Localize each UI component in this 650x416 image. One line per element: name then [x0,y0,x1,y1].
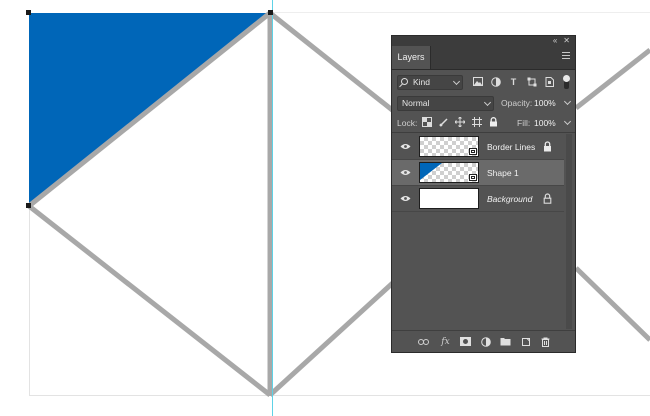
opacity-input[interactable]: 100% [534,98,556,108]
panel-menu-icon[interactable] [562,52,570,60]
type-filter-icon[interactable]: T [508,76,519,87]
layer-row-background[interactable]: Background [392,186,564,212]
eye-icon[interactable] [400,143,411,150]
eye-icon[interactable] [400,195,411,202]
lock-icon [544,141,551,152]
anchor-point-top-right[interactable] [268,10,273,15]
layer-list-scrollbar[interactable] [566,134,572,329]
anchor-point-top-left[interactable] [26,10,31,15]
layer-list: Border Lines Shape 1 Background [392,134,564,329]
lock-artboard-icon[interactable] [472,117,483,128]
blend-mode-select[interactable]: Normal [397,96,494,111]
smart-object-badge-icon [469,174,477,181]
lock-image-pixels-icon[interactable] [439,117,450,128]
layer-name: Background [487,194,533,204]
close-icon[interactable]: ✕ [563,36,570,46]
lock-row: Lock: Fill: 100% [392,114,575,133]
layers-panel: « ✕ Layers Kind T Normal Opacity: 100% L… [391,35,576,353]
smart-object-filter-icon[interactable] [544,76,555,87]
opacity-label: Opacity: [501,98,533,108]
filter-kind-select[interactable]: Kind [397,75,463,90]
fill-label: Fill: [517,118,531,128]
pixel-filter-icon[interactable] [472,76,483,87]
adjustment-icon[interactable] [480,336,491,347]
opacity-chevron-icon[interactable] [563,97,572,106]
fill-chevron-icon[interactable] [563,117,572,126]
shape-filter-icon[interactable] [526,76,537,87]
link-icon[interactable] [418,336,429,347]
folder-icon[interactable] [500,336,511,347]
panel-tab-bar: Layers [392,46,575,70]
layer-thumbnail [419,188,479,209]
tab-layers[interactable]: Layers [392,46,431,69]
blend-row: Normal Opacity: 100% [392,94,575,114]
lock-position-icon[interactable] [454,116,466,128]
mask-icon[interactable] [460,336,471,347]
fx-icon[interactable]: fx [440,336,451,347]
panel-top-bar: « ✕ [392,36,575,46]
layer-row-border-lines[interactable]: Border Lines [392,134,564,160]
lock-transparent-pixels-icon[interactable] [422,117,433,128]
filter-kind-label: Kind [413,77,431,87]
search-icon [401,78,408,85]
adjustment-filter-icon[interactable] [490,76,501,87]
blend-mode-value: Normal [402,98,430,108]
layer-thumbnail [419,136,479,157]
trash-icon[interactable] [540,336,551,347]
smart-object-badge-icon [469,148,477,155]
chevron-down-icon [483,98,492,107]
layer-thumbnail [419,162,479,183]
layer-row-shape-1[interactable]: Shape 1 [392,160,564,186]
lock-all-icon[interactable] [489,117,500,128]
layer-name: Shape 1 [487,168,519,178]
lock-label: Lock: [397,118,418,128]
filter-toggle[interactable] [563,75,570,89]
filter-row: Kind T [392,72,575,94]
anchor-point-left[interactable] [26,203,31,208]
eye-icon[interactable] [400,169,411,176]
collapse-icon[interactable]: « [553,36,557,46]
layer-name: Border Lines [487,142,536,152]
panel-bottom-bar: fx [392,330,575,352]
fill-input[interactable]: 100% [534,118,556,128]
new-layer-icon[interactable] [520,336,531,347]
lock-icon [543,193,552,204]
chevron-down-icon [452,77,461,86]
